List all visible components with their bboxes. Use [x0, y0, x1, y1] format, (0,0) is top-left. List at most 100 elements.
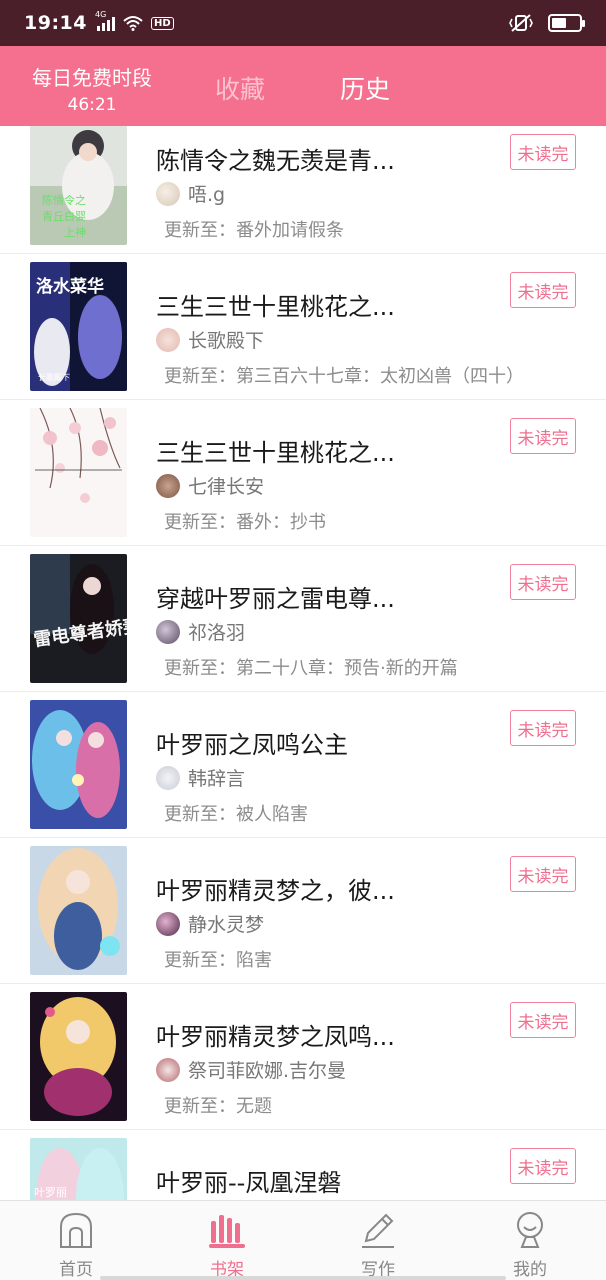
book-row[interactable]: 陈情令之 青丘白婴 上神 陈情令之魏无羡是青... 唔.g 更新至：番外加请假条… — [0, 126, 606, 254]
author-name: 唔.g — [188, 184, 226, 206]
cover-caption: 上神 — [64, 225, 86, 239]
cover-caption: 洛水菜华 — [36, 276, 104, 297]
cover-caption: 长歌殿下 — [38, 372, 70, 382]
bookshelf-icon — [209, 1215, 245, 1248]
book-cover[interactable] — [30, 700, 127, 829]
nav-write[interactable]: 写作 — [318, 1201, 438, 1280]
wifi-icon — [123, 16, 143, 31]
tab-favorites[interactable]: 收藏 — [215, 70, 265, 106]
unread-badge[interactable]: 未读完 — [510, 564, 576, 600]
author-line: 唔.g — [156, 180, 225, 207]
book-cover[interactable]: 陈情令之 青丘白婴 上神 — [30, 126, 127, 245]
book-cover[interactable]: 叶罗丽 — [30, 1138, 127, 1200]
book-title[interactable]: 三生三世十里桃花之... — [156, 287, 395, 322]
network-type: 4G — [94, 10, 107, 19]
book-title[interactable]: 叶罗丽之凤鸣公主 — [156, 725, 348, 760]
book-row[interactable]: 三生三世十里桃花之... 七律长安 更新至：番外：抄书 未读完 — [0, 400, 606, 546]
author-avatar — [156, 765, 180, 790]
author-line: 七律长安 — [156, 472, 264, 499]
book-row[interactable]: 叶罗丽之凤鸣公主 韩辞言 更新至：被人陷害 未读完 — [0, 692, 606, 838]
book-cover[interactable] — [30, 992, 127, 1121]
author-line: 祁洛羽 — [156, 618, 245, 645]
author-name: 长歌殿下 — [188, 330, 265, 352]
book-row[interactable]: 叶罗丽精灵梦之，彼... 静水灵梦 更新至：陷害 未读完 — [0, 838, 606, 984]
author-avatar — [156, 1057, 180, 1082]
latest-chapter: 更新至：第二十八章：预告·新的开篇 — [164, 658, 458, 679]
cover-art-image — [30, 700, 127, 829]
unread-badge[interactable]: 未读完 — [510, 134, 576, 170]
cover-art-image: 叶罗丽 — [30, 1138, 127, 1200]
book-row[interactable]: 雷电尊者娇妻 穿越叶罗丽之雷电尊... 祁洛羽 更新至：第二十八章：预告·新的开… — [0, 546, 606, 692]
latest-chapter: 更新至：第三百六十七章：太初凶兽（四十） — [164, 366, 524, 387]
author-line: 静水灵梦 — [156, 910, 264, 937]
cover-art-image — [30, 846, 127, 975]
cover-art-image: 雷电尊者娇妻 — [30, 554, 127, 683]
status-bar: 19:14 4G HD — [0, 0, 606, 46]
book-title[interactable]: 穿越叶罗丽之雷电尊... — [156, 579, 395, 614]
cover-art-image — [30, 992, 127, 1121]
latest-chapter: 更新至：无题 — [164, 1096, 272, 1117]
unread-badge[interactable]: 未读完 — [510, 856, 576, 892]
free-period-title: 每日免费时段 — [32, 66, 152, 90]
book-cover[interactable] — [30, 846, 127, 975]
vibrate-icon — [509, 14, 533, 32]
profile-icon — [517, 1212, 543, 1248]
author-name: 静水灵梦 — [188, 914, 265, 936]
author-avatar — [156, 473, 180, 498]
unread-badge[interactable]: 未读完 — [510, 710, 576, 746]
author-name: 祭司菲欧娜.吉尔曼 — [188, 1060, 347, 1082]
cover-caption: 青丘白婴 — [42, 209, 86, 223]
nav-bookshelf[interactable]: 书架 — [167, 1201, 287, 1280]
status-connectivity: 4G HD — [95, 10, 174, 31]
unread-badge[interactable]: 未读完 — [510, 1148, 576, 1184]
home-icon — [60, 1212, 92, 1248]
app-root: { "status_bar": { "time": "19:14", "netw… — [0, 0, 606, 1280]
author-avatar — [156, 181, 180, 206]
book-title[interactable]: 叶罗丽精灵梦之凤鸣... — [156, 1017, 395, 1052]
battery-level — [552, 18, 567, 28]
unread-badge[interactable]: 未读完 — [510, 418, 576, 454]
author-name: 韩辞言 — [188, 768, 246, 790]
book-row[interactable]: 洛水菜华 长歌殿下 三生三世十里桃花之... 长歌殿下 更新至：第三百六十七章：… — [0, 254, 606, 400]
cover-caption: 陈情令之 — [42, 193, 86, 207]
cell-signal-icon: 4G — [95, 10, 115, 31]
home-indicator[interactable] — [100, 1276, 506, 1280]
status-time: 19:14 — [24, 12, 87, 34]
status-right — [508, 13, 585, 33]
latest-chapter: 更新至：番外：抄书 — [164, 512, 326, 533]
battery-icon — [548, 14, 585, 32]
author-avatar — [156, 619, 180, 644]
nav-profile[interactable]: 我的 — [470, 1201, 590, 1280]
book-cover[interactable] — [30, 408, 127, 537]
author-avatar — [156, 327, 180, 352]
author-avatar — [156, 911, 180, 936]
unread-badge[interactable]: 未读完 — [510, 272, 576, 308]
author-line: 祭司菲欧娜.吉尔曼 — [156, 1056, 346, 1083]
nav-home[interactable]: 首页 — [16, 1201, 136, 1280]
hd-badge: HD — [150, 16, 174, 30]
free-period-block[interactable]: 每日免费时段 46:21 — [22, 62, 162, 115]
unread-badge[interactable]: 未读完 — [510, 1002, 576, 1038]
author-name: 七律长安 — [188, 476, 265, 498]
cover-art-image — [30, 408, 127, 537]
author-name: 祁洛羽 — [188, 622, 246, 644]
cover-art-image: 陈情令之 青丘白婴 上神 — [30, 126, 127, 245]
book-title[interactable]: 叶罗丽--凤凰涅磐 — [156, 1163, 341, 1198]
author-line: 长歌殿下 — [156, 326, 264, 353]
history-list[interactable]: 陈情令之 青丘白婴 上神 陈情令之魏无羡是青... 唔.g 更新至：番外加请假条… — [0, 126, 606, 1200]
book-title[interactable]: 三生三世十里桃花之... — [156, 433, 395, 468]
book-cover[interactable]: 雷电尊者娇妻 — [30, 554, 127, 683]
free-period-timer: 46:21 — [67, 95, 117, 115]
author-line: 韩辞言 — [156, 764, 245, 791]
latest-chapter: 更新至：陷害 — [164, 950, 272, 971]
book-title[interactable]: 陈情令之魏无羡是青... — [156, 141, 395, 176]
pen-icon — [362, 1213, 394, 1248]
cover-caption: 叶罗丽 — [34, 1186, 67, 1199]
tab-history[interactable]: 历史 — [340, 70, 390, 106]
book-title[interactable]: 叶罗丽精灵梦之，彼... — [156, 871, 395, 906]
book-row[interactable]: 叶罗丽精灵梦之凤鸣... 祭司菲欧娜.吉尔曼 更新至：无题 未读完 — [0, 984, 606, 1130]
book-cover[interactable]: 洛水菜华 长歌殿下 — [30, 262, 127, 391]
cover-art-image: 洛水菜华 长歌殿下 — [30, 262, 127, 391]
latest-chapter: 更新至：被人陷害 — [164, 804, 308, 825]
book-row[interactable]: 叶罗丽 叶罗丽--凤凰涅磐 未读完 — [0, 1130, 606, 1200]
